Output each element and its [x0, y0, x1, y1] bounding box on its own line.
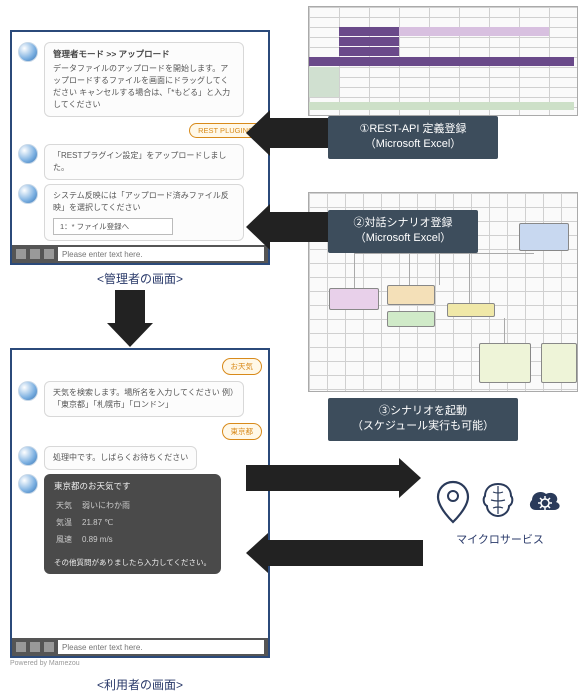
excel-rest-api-sheet	[308, 6, 578, 116]
admin-panel-caption: <管理者の画面>	[10, 270, 270, 287]
user-message-1: 天気を検索します。場所名を入力してください 例）「東京都」「札幌市」「ロンドン」	[44, 381, 244, 417]
admin-message-2: 「RESTプラグイン設定」をアップロードしました。	[44, 144, 244, 180]
footer-icon-1[interactable]	[16, 249, 26, 259]
footer-icon-3[interactable]	[44, 642, 54, 652]
arrow-down	[115, 290, 145, 325]
tokyo-tag[interactable]: 東京都	[222, 423, 263, 440]
callout-1: ①REST-API 定義登録（Microsoft Excel）	[328, 116, 498, 159]
chat-footer	[12, 245, 268, 263]
footer-icon-2[interactable]	[30, 642, 40, 652]
user-panel-caption: <利用者の画面>	[10, 676, 270, 693]
arrow-2	[268, 212, 330, 242]
bot-avatar	[18, 474, 38, 494]
weather-table: 天気弱いにわか雨 気温21.87 ℃ 風速0.89 m/s	[54, 496, 140, 549]
bot-avatar	[18, 184, 38, 204]
arrow-right-1	[246, 465, 401, 491]
microservice-block: マイクロサービス	[430, 480, 570, 547]
footer-icon-3[interactable]	[44, 249, 54, 259]
bot-avatar	[18, 381, 38, 401]
callout-2: ②対話シナリオ登録（Microsoft Excel）	[328, 210, 478, 253]
admin-chat-panel: 管理者モード >> アップロード データファイルのアップロードを開始します。アッ…	[10, 30, 270, 265]
user-chat-input[interactable]	[58, 640, 264, 654]
weather-tag[interactable]: お天気	[222, 358, 263, 375]
callout-3: ③シナリオを起動（スケジュール実行も可能）	[328, 398, 518, 441]
admin-chat-input[interactable]	[58, 247, 264, 261]
admin-msg-header: 管理者モード >> アップロード	[53, 48, 235, 61]
powered-by: Powered by Mamezou	[10, 660, 270, 667]
brain-icon	[479, 480, 517, 526]
chat-footer	[12, 638, 268, 656]
file-register-select[interactable]: 1：* ファイル登録へ	[53, 218, 173, 235]
map-pin-icon	[434, 480, 472, 526]
weather-result-bubble: 東京都のお天気です 天気弱いにわか雨 気温21.87 ℃ 風速0.89 m/s …	[44, 474, 221, 574]
microservice-label: マイクロサービス	[430, 531, 570, 547]
footer-icon-1[interactable]	[16, 642, 26, 652]
arrow-1	[268, 118, 330, 148]
footer-icon-2[interactable]	[30, 249, 40, 259]
arrow-left-1	[268, 540, 423, 566]
cloud-gear-icon	[524, 480, 566, 526]
bot-avatar	[18, 446, 38, 466]
bot-avatar	[18, 144, 38, 164]
weather-title: 東京都のお天気です	[54, 480, 211, 492]
admin-message-1: 管理者モード >> アップロード データファイルのアップロードを開始します。アッ…	[44, 42, 244, 117]
admin-message-3: システム反映には「アップロード済みファイル反映」を選択してください 1：* ファ…	[44, 184, 244, 241]
bot-avatar	[18, 42, 38, 62]
user-message-2: 処理中です。しばらくお待ちください	[44, 446, 197, 470]
user-chat-panel: お天気 天気を検索します。場所名を入力してください 例）「東京都」「札幌市」「ロ…	[10, 348, 270, 658]
